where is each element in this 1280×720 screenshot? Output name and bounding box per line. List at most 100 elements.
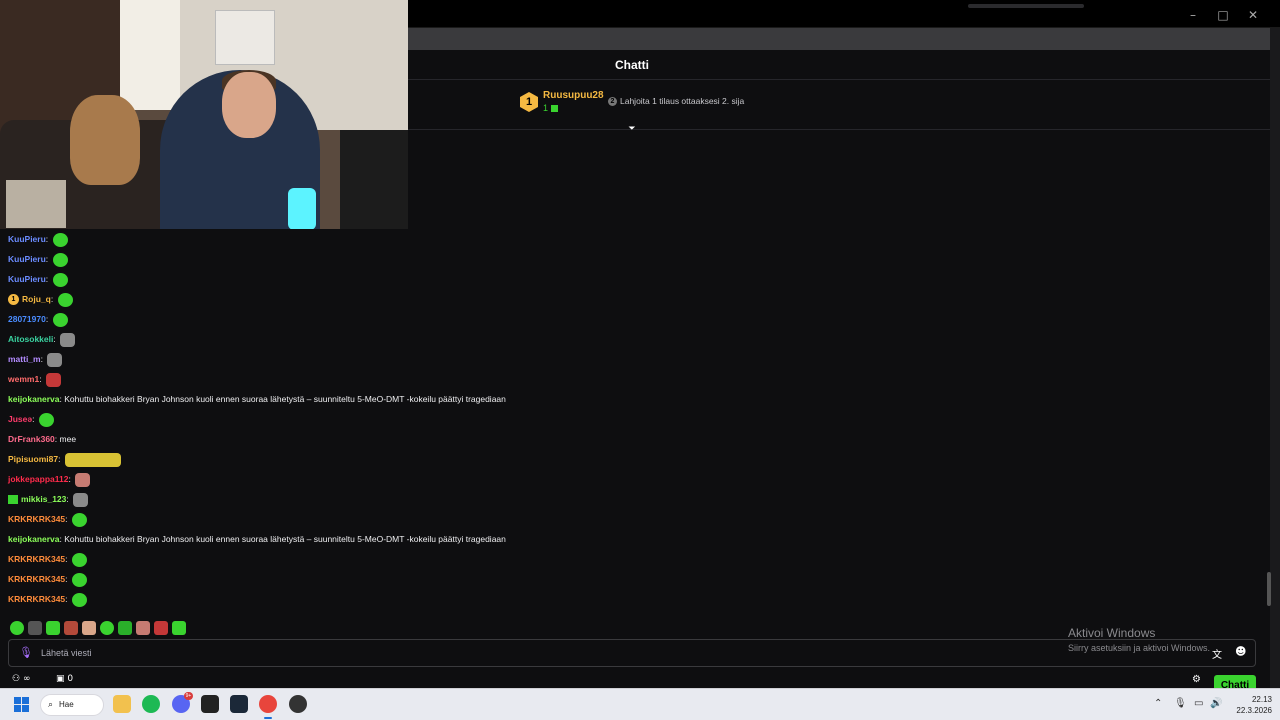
pepe-emote-icon[interactable] — [71, 572, 87, 587]
webcam-overlay — [0, 0, 408, 229]
red-emote-icon[interactable] — [45, 372, 61, 387]
pepe-emote-icon[interactable] — [46, 620, 60, 635]
chat-username[interactable]: keijokanerva — [8, 534, 60, 544]
gift-badge-icon[interactable] — [8, 495, 18, 505]
chat-username[interactable]: Pipisuomi87 — [8, 454, 58, 464]
username-colon: : — [65, 514, 70, 524]
settings-gear-icon[interactable]: ⚙ — [1192, 674, 1201, 685]
chat-username[interactable]: 28071970 — [8, 314, 46, 324]
minimize-button[interactable]: – — [1178, 6, 1208, 24]
frog-emote-icon[interactable] — [118, 620, 132, 635]
chat-username[interactable]: KRKRKRK345 — [8, 554, 65, 564]
address-bar[interactable] — [968, 4, 1084, 8]
viewers-indicator[interactable]: ⚇ ∞ — [12, 674, 30, 684]
chat-message: 28071970: — [8, 309, 68, 329]
pepe-emote-icon[interactable] — [52, 232, 68, 247]
close-button[interactable]: ✕ — [1238, 6, 1268, 24]
gift-leaderboard[interactable]: 1 Ruusupuu28 1 2 Lahjoita 1 tilaus ottaa… — [408, 80, 1270, 130]
chat-username[interactable]: KRKRKRK345 — [8, 574, 65, 584]
pepe-emote-icon[interactable] — [71, 552, 87, 567]
cat-emote-icon[interactable] — [47, 352, 63, 367]
volume-icon[interactable]: 🔊 — [1210, 698, 1222, 709]
points-count: 0 — [67, 674, 74, 684]
chat-username[interactable]: matti_m — [8, 354, 41, 364]
search-icon: ⌕ — [48, 700, 54, 710]
angry-emote-icon[interactable] — [154, 620, 168, 635]
cat-emote-icon[interactable] — [73, 492, 89, 507]
chat-username[interactable]: keijokanerva — [8, 394, 60, 404]
pepe-emote-icon[interactable] — [10, 620, 24, 635]
username-colon: : — [39, 374, 44, 384]
windows-start-icon[interactable] — [14, 697, 30, 713]
username-colon: : — [65, 574, 70, 584]
microphone-icon[interactable]: 🎙 — [19, 646, 33, 660]
chat-username[interactable]: KuuPieru — [8, 254, 46, 264]
chat-message: jokkepappa112: — [8, 469, 91, 489]
chat-username[interactable]: mikkis_123 — [21, 494, 66, 504]
pepe-emote-icon[interactable] — [172, 620, 186, 635]
chat-username[interactable]: KuuPieru — [8, 274, 46, 284]
file-explorer-icon[interactable] — [113, 695, 131, 713]
taskbar-search[interactable]: ⌕ Hae — [40, 694, 104, 716]
chat-message: wemm1: — [8, 369, 61, 389]
pepe-emote-icon[interactable] — [38, 412, 54, 427]
chat-message: Pipisuomi87: — [8, 449, 121, 469]
app-x-icon[interactable] — [201, 695, 219, 713]
translate-icon[interactable]: 文 — [1212, 646, 1222, 661]
chat-username[interactable]: Juseə — [8, 414, 32, 424]
tray-chevron-icon[interactable]: ⌃ — [1154, 698, 1162, 709]
crown-emote-icon[interactable] — [64, 452, 121, 467]
steam-icon[interactable] — [230, 695, 248, 713]
username-colon: : — [45, 234, 51, 244]
hand-emote-icon[interactable] — [82, 620, 96, 635]
face-emote-icon[interactable] — [136, 620, 150, 635]
chat-username[interactable]: KRKRKRK345 — [8, 594, 65, 604]
scrollbar-thumb[interactable] — [1267, 572, 1271, 606]
pepe-emote-icon[interactable] — [52, 252, 68, 267]
username-colon: : — [32, 414, 37, 424]
cat-emote-icon[interactable] — [60, 332, 76, 347]
pepe-emote-icon[interactable] — [57, 292, 73, 307]
maximize-button[interactable]: □ — [1208, 6, 1238, 24]
discord-icon[interactable]: 9+ — [172, 692, 193, 713]
chat-username[interactable]: jokkepappa112 — [8, 474, 68, 484]
chat-header: Chatti — [408, 50, 1270, 80]
pepe-emote-icon[interactable] — [71, 592, 87, 607]
chat-message: mikkis_123: — [8, 489, 89, 509]
network-icon[interactable]: ▭ — [1194, 698, 1203, 709]
chat-message: Aitosokkeli: — [8, 329, 76, 349]
leader-username[interactable]: Ruusupuu28 — [543, 90, 604, 101]
chat-message-input[interactable] — [41, 644, 1041, 662]
sub-badge-icon[interactable]: 1 — [8, 294, 19, 306]
points-indicator[interactable]: ▣ 0 — [56, 674, 73, 684]
chat-username[interactable]: KuuPieru — [8, 234, 46, 244]
microphone-tray-icon[interactable]: 🎙 — [1174, 698, 1187, 709]
pepe-emote-icon[interactable] — [52, 312, 68, 327]
pepe-emote-icon[interactable] — [52, 272, 68, 287]
chat-username[interactable]: DrFrank360 — [8, 434, 55, 444]
clock-time: 22.13 — [1251, 695, 1272, 704]
pepe-emote-icon[interactable] — [100, 620, 114, 635]
leader-gift-count: 1 — [543, 103, 559, 113]
search-label: Hae — [59, 700, 74, 709]
face-emote-icon[interactable] — [64, 620, 78, 635]
collapse-icon[interactable]: ⏷ — [626, 124, 638, 134]
face-emote-icon[interactable] — [28, 620, 42, 635]
spotify-icon[interactable] — [142, 695, 160, 713]
chat-username[interactable]: KRKRKRK345 — [8, 514, 65, 524]
emoji-picker-icon[interactable]: ☻ — [1235, 645, 1246, 658]
taskbar-clock[interactable]: 22.13 22.3.2026 — [1232, 694, 1272, 716]
face-emote-icon[interactable] — [75, 472, 91, 487]
chrome-icon[interactable] — [259, 695, 277, 719]
viewers-count: ∞ — [22, 674, 31, 684]
clock-date: 22.3.2026 — [1236, 706, 1272, 715]
chat-message-text: mee — [59, 434, 77, 444]
chat-username[interactable]: wemm1 — [8, 374, 39, 384]
pepe-emote-icon[interactable] — [71, 512, 87, 527]
obs-icon[interactable] — [289, 695, 307, 713]
windows-taskbar: ⌕ Hae 9+ ⌃ 🎙 ▭ 🔊 22.13 22.3.2026 — [0, 688, 1280, 720]
scrollbar[interactable] — [1270, 28, 1280, 688]
chat-username[interactable]: Roju_q — [22, 294, 51, 304]
username-colon: : — [65, 554, 70, 564]
chat-username[interactable]: Aitosokkeli — [8, 334, 53, 344]
